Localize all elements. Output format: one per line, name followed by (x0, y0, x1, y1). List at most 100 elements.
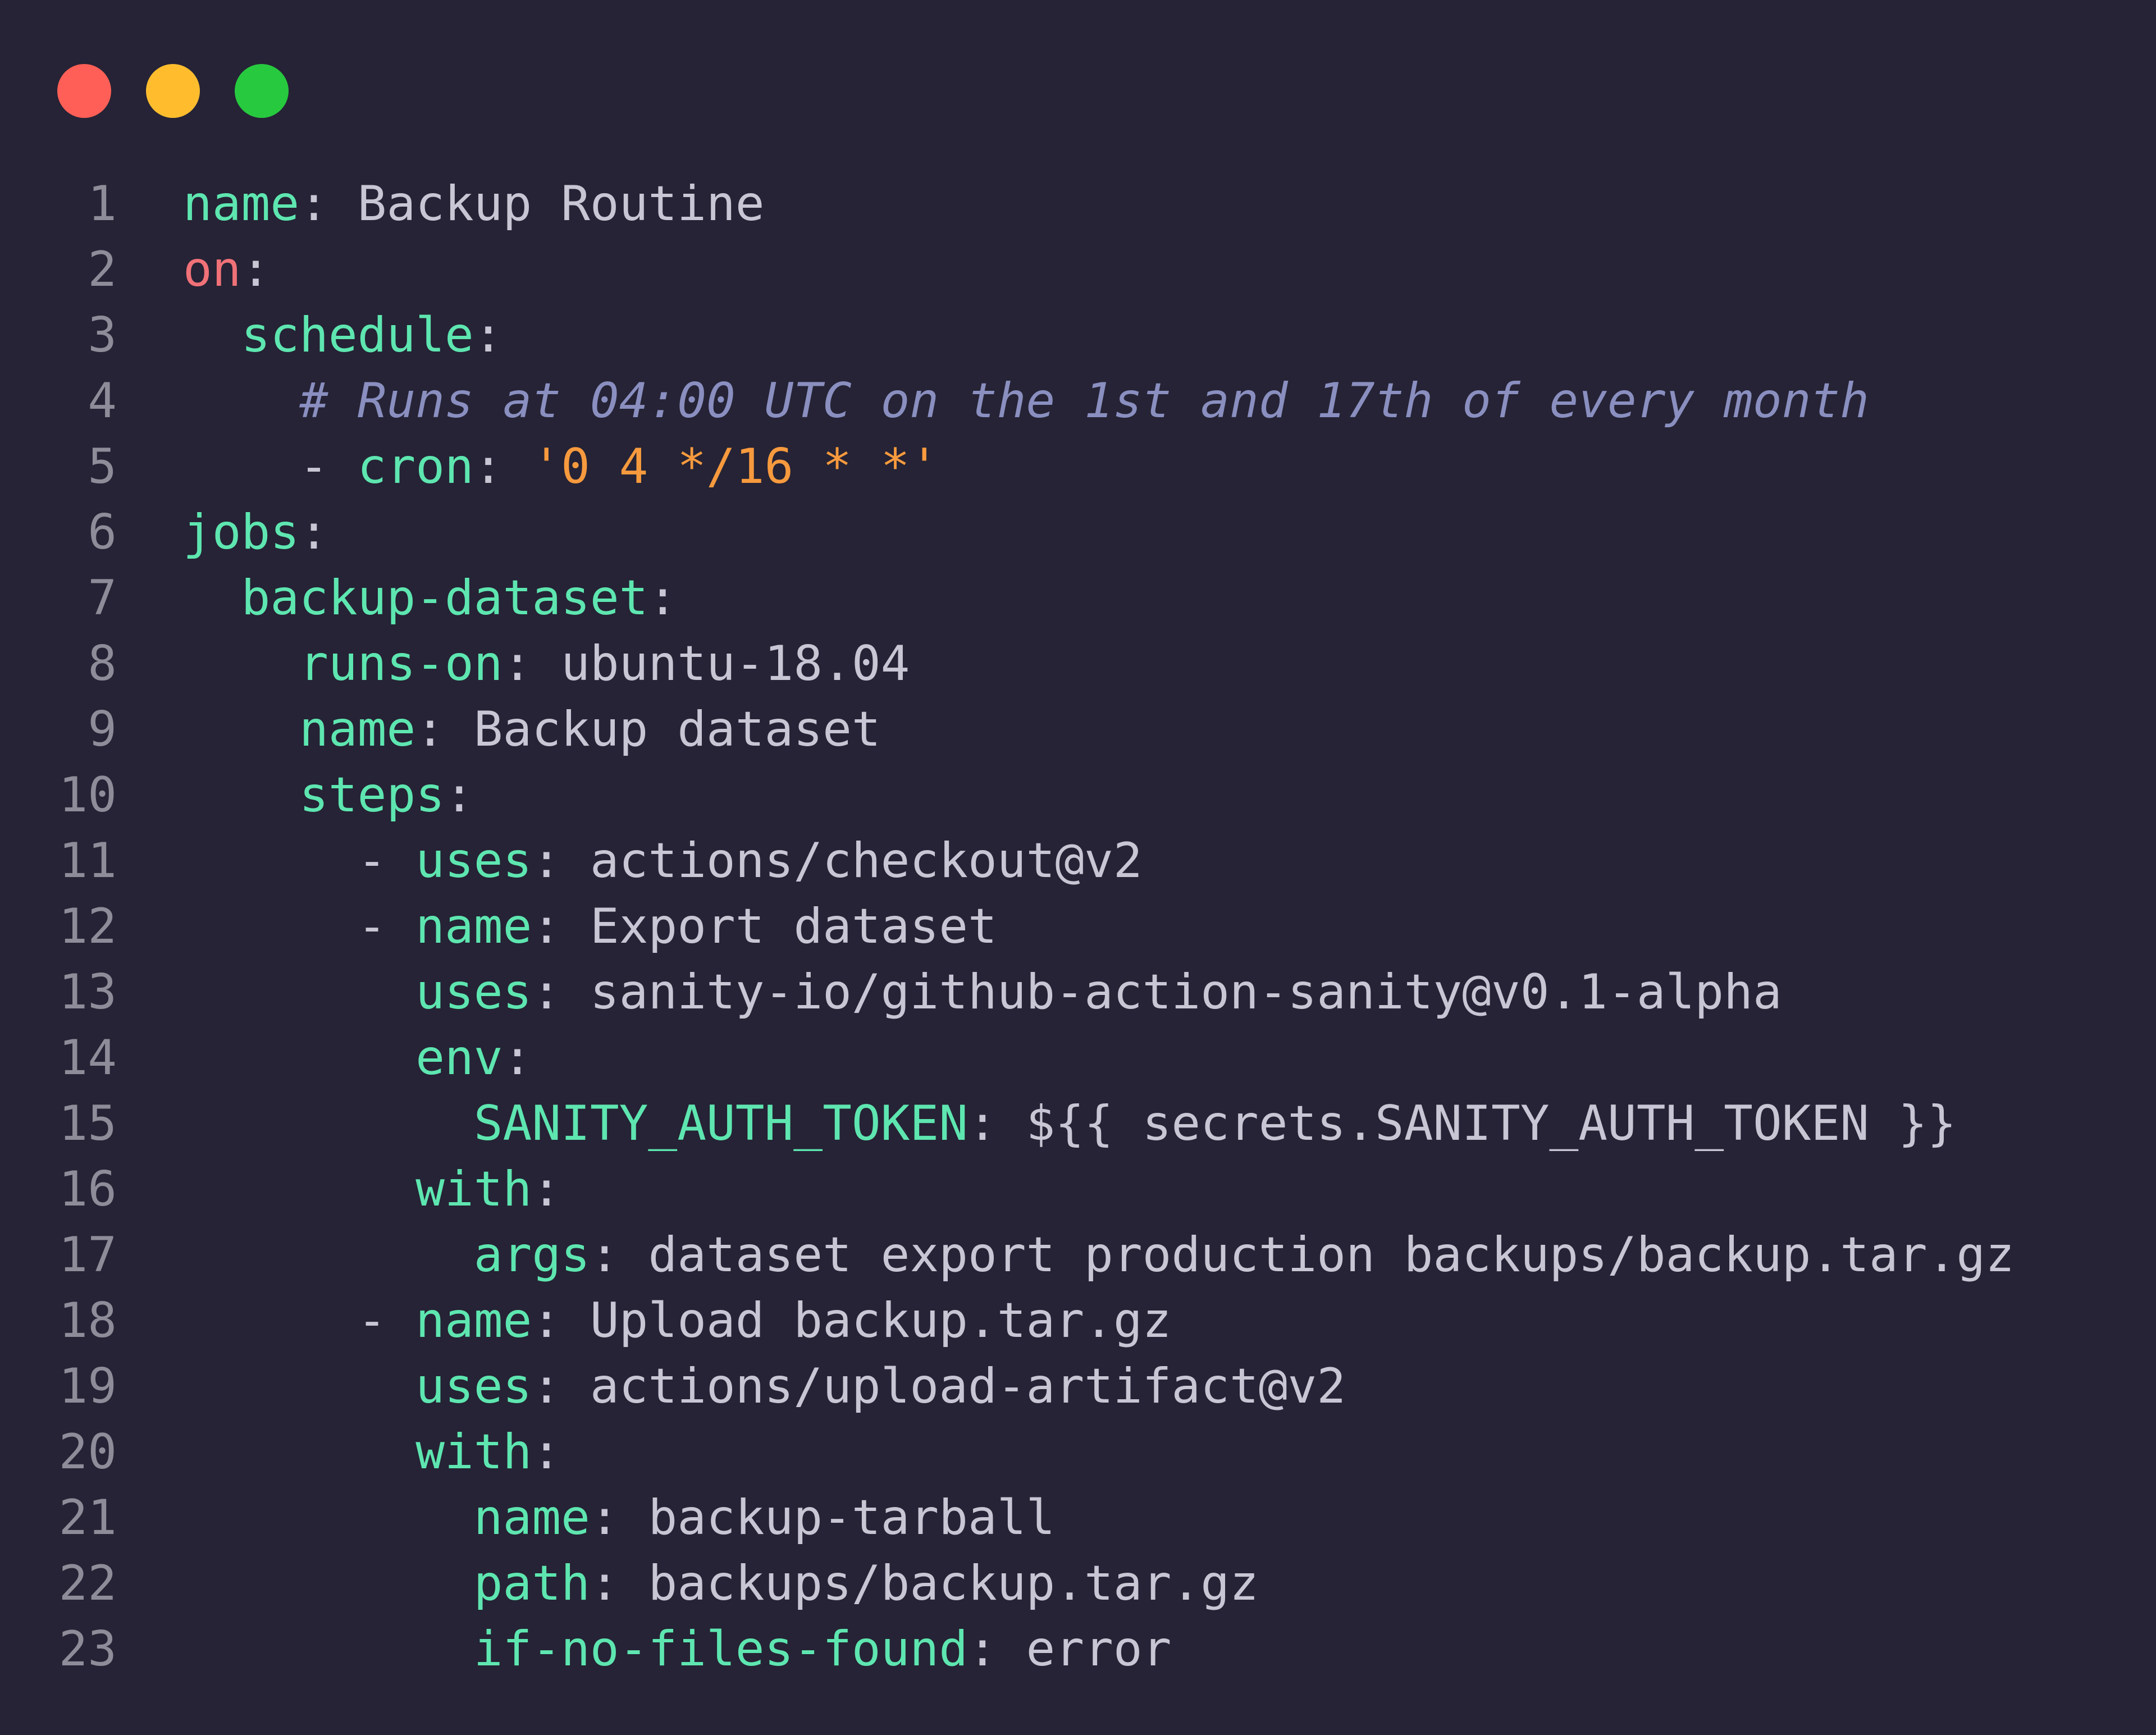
code-line: 19 uses: actions/upload-artifact@v2 (0, 1353, 2015, 1419)
punctuation: - (357, 898, 416, 955)
code-text: - uses: actions/checkout@v2 (183, 833, 1143, 889)
code-line: 2 on: (0, 236, 2015, 302)
line-number: 5 (88, 438, 117, 495)
code-line: 18 - name: Upload backup.tar.gz (0, 1287, 2015, 1353)
yaml-value: backup-tarball (648, 1489, 1056, 1546)
punctuation: : (648, 569, 678, 626)
code-text: with: (183, 1161, 561, 1217)
code-text: runs-on: ubuntu-18.04 (183, 636, 910, 692)
line-number: 8 (88, 635, 117, 692)
yaml-value: error (1026, 1620, 1172, 1677)
yaml-key: uses (415, 1358, 532, 1414)
punctuation: : (415, 701, 474, 757)
punctuation: : (241, 241, 271, 298)
code-text: name: Backup Routine (183, 176, 765, 232)
yaml-key: with (415, 1423, 532, 1480)
yaml-value: actions/upload-artifact@v2 (590, 1358, 1346, 1414)
string-literal: '0 4 */16 * *' (532, 438, 939, 495)
code-editor[interactable]: 1 name: Backup Routine 2 on: 3 schedule: 4 # … (0, 171, 2015, 1682)
code-line: 5 - cron: '0 4 */16 * *' (0, 433, 2015, 499)
close-button[interactable] (57, 64, 111, 118)
yaml-key: SANITY_AUTH_TOKEN (473, 1095, 968, 1152)
line-number: 13 (58, 964, 117, 1020)
yaml-value: Backup Routine (357, 175, 765, 232)
line-number: 11 (58, 832, 117, 889)
yaml-value: Backup dataset (473, 701, 881, 757)
window-controls (57, 64, 289, 118)
line-number: 21 (58, 1489, 117, 1546)
yaml-key: runs-on (299, 635, 503, 692)
line-number: 14 (58, 1029, 117, 1086)
code-line: 21 name: backup-tarball (0, 1485, 2015, 1550)
yaml-value: dataset export production backups/backup… (648, 1226, 2015, 1283)
line-number: 12 (58, 898, 117, 955)
yaml-key: name (415, 898, 532, 955)
code-text: name: Backup dataset (183, 701, 881, 757)
yaml-key: name (299, 701, 416, 757)
punctuation: - (357, 1292, 416, 1349)
code-line: 3 schedule: (0, 302, 2015, 368)
code-line: 14 env: (0, 1025, 2015, 1090)
code-text: steps: (183, 767, 474, 823)
yaml-key: with (415, 1161, 532, 1217)
code-line: 23 if-no-files-found: error (0, 1616, 2015, 1682)
punctuation: : (299, 175, 358, 232)
yaml-value: actions/checkout@v2 (590, 832, 1143, 889)
punctuation: : (590, 1555, 648, 1611)
code-line: 9 name: Backup dataset (0, 696, 2015, 762)
line-number: 3 (88, 307, 117, 363)
line-number: 18 (58, 1292, 117, 1349)
punctuation: : (503, 1029, 532, 1086)
code-line: 17 args: dataset export production backu… (0, 1222, 2015, 1287)
yaml-key: uses (415, 964, 532, 1020)
line-number: 1 (88, 175, 117, 232)
code-text: SANITY_AUTH_TOKEN: ${{ secrets.SANITY_AU… (183, 1095, 1957, 1152)
code-line: 16 with: (0, 1156, 2015, 1222)
punctuation: - (357, 832, 416, 889)
yaml-value: ${{ secrets.SANITY_AUTH_TOKEN }} (1026, 1095, 1957, 1152)
yaml-key: args (473, 1226, 590, 1283)
minimize-button[interactable] (146, 64, 200, 118)
yaml-key: env (415, 1029, 503, 1086)
code-text: with: (183, 1424, 561, 1480)
maximize-button[interactable] (235, 64, 289, 118)
code-text: - name: Upload backup.tar.gz (183, 1292, 1172, 1349)
yaml-key: uses (415, 832, 532, 889)
yaml-key: jobs (183, 504, 300, 560)
comment: # Runs at 04:00 UTC on the 1st and 17th … (299, 372, 1870, 429)
code-text: on: (183, 241, 270, 298)
yaml-value: backups/backup.tar.gz (648, 1555, 1259, 1611)
punctuation: : (967, 1095, 1026, 1152)
code-line: 7 backup-dataset: (0, 565, 2015, 631)
yaml-key: if-no-files-found (473, 1620, 968, 1677)
line-number: 15 (58, 1095, 117, 1152)
code-text: schedule: (183, 307, 503, 363)
punctuation: : (445, 766, 474, 823)
yaml-key: name (183, 175, 300, 232)
code-text: - name: Export dataset (183, 898, 997, 955)
line-number: 4 (88, 372, 117, 429)
yaml-key: name (473, 1489, 590, 1546)
code-text: name: backup-tarball (183, 1489, 1056, 1546)
line-number: 16 (58, 1161, 117, 1217)
line-number: 17 (58, 1226, 117, 1283)
yaml-value: sanity-io/github-action-sanity@v0.1-alph… (590, 964, 1782, 1020)
yaml-key: cron (357, 438, 474, 495)
yaml-key: schedule (241, 307, 474, 363)
yaml-key: backup-dataset (241, 569, 648, 626)
punctuation: : (532, 964, 590, 1020)
code-text: uses: sanity-io/github-action-sanity@v0.… (183, 964, 1782, 1020)
line-number: 10 (58, 766, 117, 823)
code-line: 15 SANITY_AUTH_TOKEN: ${{ secrets.SANITY… (0, 1090, 2015, 1156)
punctuation: : (590, 1489, 648, 1546)
punctuation: : (532, 832, 590, 889)
yaml-key: path (473, 1555, 590, 1611)
punctuation: : (473, 438, 532, 495)
line-number: 6 (88, 504, 117, 560)
punctuation: : (532, 1358, 590, 1414)
code-line: 1 name: Backup Routine (0, 171, 2015, 236)
code-text: # Runs at 04:00 UTC on the 1st and 17th … (183, 373, 1869, 429)
punctuation: : (532, 1423, 561, 1480)
code-text: uses: actions/upload-artifact@v2 (183, 1358, 1346, 1414)
yaml-key: steps (299, 766, 445, 823)
